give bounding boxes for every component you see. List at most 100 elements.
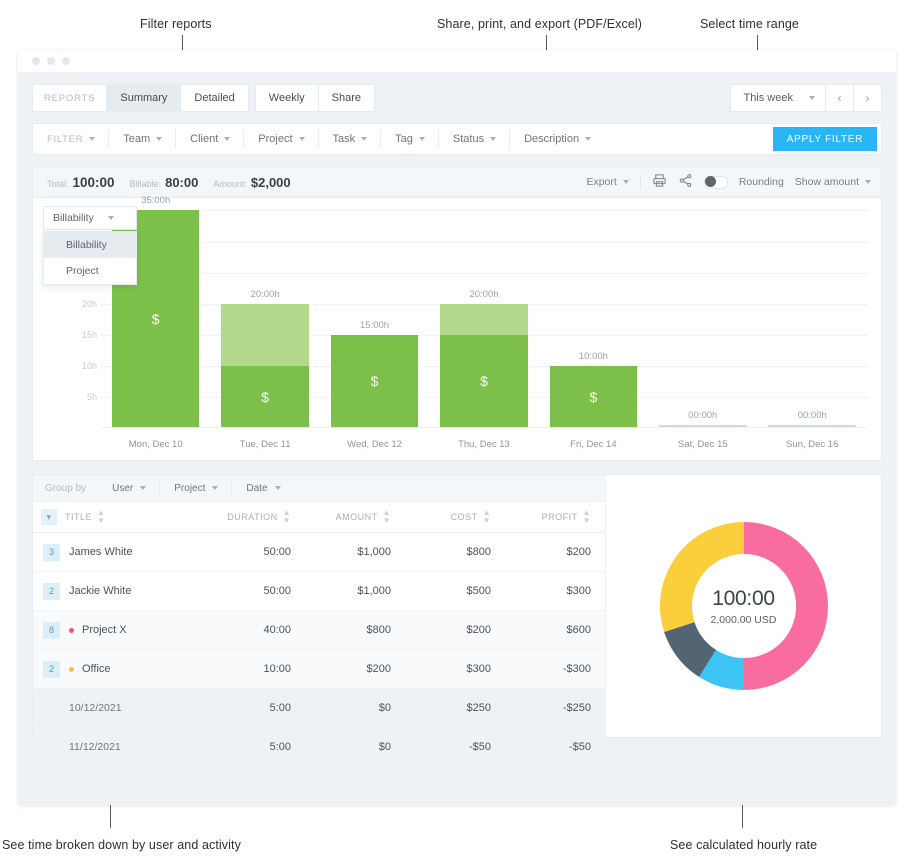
export-dropdown[interactable]: Export	[586, 176, 628, 188]
column-profit[interactable]: PROFIT ▲▼	[505, 509, 605, 525]
group-by-date[interactable]: Date	[232, 475, 294, 501]
app-window: REPORTS Summary Detailed Weekly Share Th…	[18, 50, 896, 805]
row-count-badge: 3	[43, 544, 60, 561]
window-maximize-dot[interactable]	[62, 57, 70, 65]
row-amount-cell: $1,000	[305, 585, 405, 597]
window-minimize-dot[interactable]	[47, 57, 55, 65]
filter-project[interactable]: Project	[244, 124, 318, 154]
bar-column[interactable]: 20:00h $	[429, 198, 538, 428]
tab-share[interactable]: Share	[319, 84, 375, 112]
reports-tabs: REPORTS Summary Detailed Weekly Share	[32, 84, 375, 112]
row-title-cell: Office	[69, 663, 205, 675]
project-color-dot	[69, 628, 74, 633]
chevron-down-icon	[156, 137, 162, 141]
group-by-project-label: Project	[174, 483, 205, 494]
row-title-cell: 11/12/2021	[69, 741, 205, 753]
filter-status[interactable]: Status	[439, 124, 510, 154]
chevron-down-icon	[419, 137, 425, 141]
filter-task[interactable]: Task	[319, 124, 382, 154]
bar-segment-billable: $	[440, 335, 528, 428]
filter-tag[interactable]: Tag	[381, 124, 439, 154]
app-content: REPORTS Summary Detailed Weekly Share Th…	[18, 72, 896, 738]
time-range-dropdown[interactable]: This week	[731, 85, 826, 111]
grouping-option-project[interactable]: Project	[44, 258, 136, 284]
group-by-label: Group by	[33, 483, 98, 494]
filter-team-label: Team	[123, 133, 150, 145]
page-root: Filter reports Share, print, and export …	[0, 0, 914, 860]
chevron-down-icon	[809, 96, 815, 100]
filter-task-label: Task	[333, 133, 356, 145]
next-period-button[interactable]: ›	[854, 85, 881, 111]
tab-summary[interactable]: Summary	[107, 84, 181, 112]
row-profit-cell: $600	[505, 624, 605, 636]
column-cost[interactable]: COST ▲▼	[405, 509, 505, 525]
row-cost-cell: $300	[405, 663, 505, 675]
window-close-dot[interactable]	[32, 57, 40, 65]
row-amount-cell: $800	[305, 624, 405, 636]
x-axis-label: Sat, Dec 15	[648, 428, 757, 460]
show-amount-label: Show amount	[795, 176, 859, 188]
print-icon[interactable]	[652, 173, 667, 191]
table-row[interactable]: 2Jackie White50:00$1,000$500$300	[33, 572, 605, 611]
row-cost-cell: $500	[405, 585, 505, 597]
bar-column[interactable]: 10:00h$	[539, 198, 648, 428]
chevron-down-icon	[623, 180, 629, 184]
column-title[interactable]: TITLE ▲▼	[65, 509, 205, 525]
summary-totals: Total: 100:00 Billable: 80:00 Amount: $2…	[47, 175, 291, 190]
chart-x-axis: Mon, Dec 10Tue, Dec 11Wed, Dec 12Thu, De…	[101, 427, 867, 460]
bar-total-label: 20:00h	[251, 289, 280, 300]
sort-icon: ▲▼	[283, 509, 291, 525]
column-amount[interactable]: AMOUNT ▲▼	[305, 509, 405, 525]
bar-column[interactable]: 00:00h	[648, 198, 757, 428]
filter-client-label: Client	[190, 133, 218, 145]
grouping-dropdown-button[interactable]: Billability	[43, 206, 137, 230]
x-axis-label: Sun, Dec 16	[758, 428, 867, 460]
column-duration[interactable]: DURATION ▲▼	[205, 509, 305, 525]
filter-label[interactable]: FILTER	[33, 124, 109, 154]
show-amount-dropdown[interactable]: Show amount	[795, 176, 871, 188]
table-row[interactable]: 2Office10:00$200$300-$300	[33, 650, 605, 689]
table-row[interactable]: 3James White50:00$1,000$800$200	[33, 533, 605, 572]
group-by-user[interactable]: User	[98, 475, 160, 501]
filter-tag-label: Tag	[395, 133, 413, 145]
x-axis-label: Tue, Dec 11	[210, 428, 319, 460]
bar-column[interactable]: 15:00h$	[320, 198, 429, 428]
donut-total-amount: 2,000.00 USD	[711, 614, 777, 626]
table-row[interactable]: 11/12/20215:00$0-$50-$50	[33, 728, 605, 767]
table-row[interactable]: 10/12/20215:00$0$250-$250	[33, 689, 605, 728]
chevron-down-icon	[299, 137, 305, 141]
top-row: REPORTS Summary Detailed Weekly Share Th…	[32, 84, 882, 112]
bar-total-label: 35:00h	[141, 195, 170, 206]
prev-period-button[interactable]: ‹	[826, 85, 854, 111]
filter-team[interactable]: Team	[109, 124, 176, 154]
row-count-badge: 8	[43, 622, 60, 639]
bar-column[interactable]: 00:00h	[758, 198, 867, 428]
chevron-down-icon	[212, 486, 218, 490]
summary-billable-value: 80:00	[165, 175, 198, 190]
filter-description[interactable]: Description	[510, 124, 773, 154]
group-by-project[interactable]: Project	[160, 475, 232, 501]
summary-total-value: 100:00	[73, 175, 115, 190]
donut-center: 100:00 2,000.00 USD	[692, 554, 796, 658]
filter-client[interactable]: Client	[176, 124, 244, 154]
chevron-down-icon	[108, 216, 114, 220]
y-axis-tick: 10h	[77, 361, 97, 371]
group-by-user-label: User	[112, 483, 133, 494]
expand-all-icon[interactable]: ▾	[41, 509, 57, 525]
rounding-toggle[interactable]	[704, 176, 728, 189]
annotation-time-breakdown: See time broken down by user and activit…	[2, 838, 241, 852]
time-range-selector: This week ‹ ›	[730, 84, 882, 112]
table-row[interactable]: 8Project X40:00$800$200$600	[33, 611, 605, 650]
bar-stack: $	[221, 304, 309, 428]
grouping-dropdown-menu: Billability Project	[43, 231, 137, 285]
x-axis-label: Thu, Dec 13	[429, 428, 538, 460]
tab-weekly[interactable]: Weekly	[255, 84, 319, 112]
grouping-option-billability[interactable]: Billability	[44, 232, 136, 258]
tab-detailed[interactable]: Detailed	[181, 84, 248, 112]
bar-total-label: 20:00h	[469, 289, 498, 300]
apply-filter-button[interactable]: APPLY FILTER	[773, 127, 877, 151]
share-icon[interactable]	[678, 173, 693, 191]
bar-column[interactable]: 20:00h $	[210, 198, 319, 428]
column-cost-label: COST	[451, 512, 478, 522]
annotation-select-time-range: Select time range	[700, 17, 799, 31]
